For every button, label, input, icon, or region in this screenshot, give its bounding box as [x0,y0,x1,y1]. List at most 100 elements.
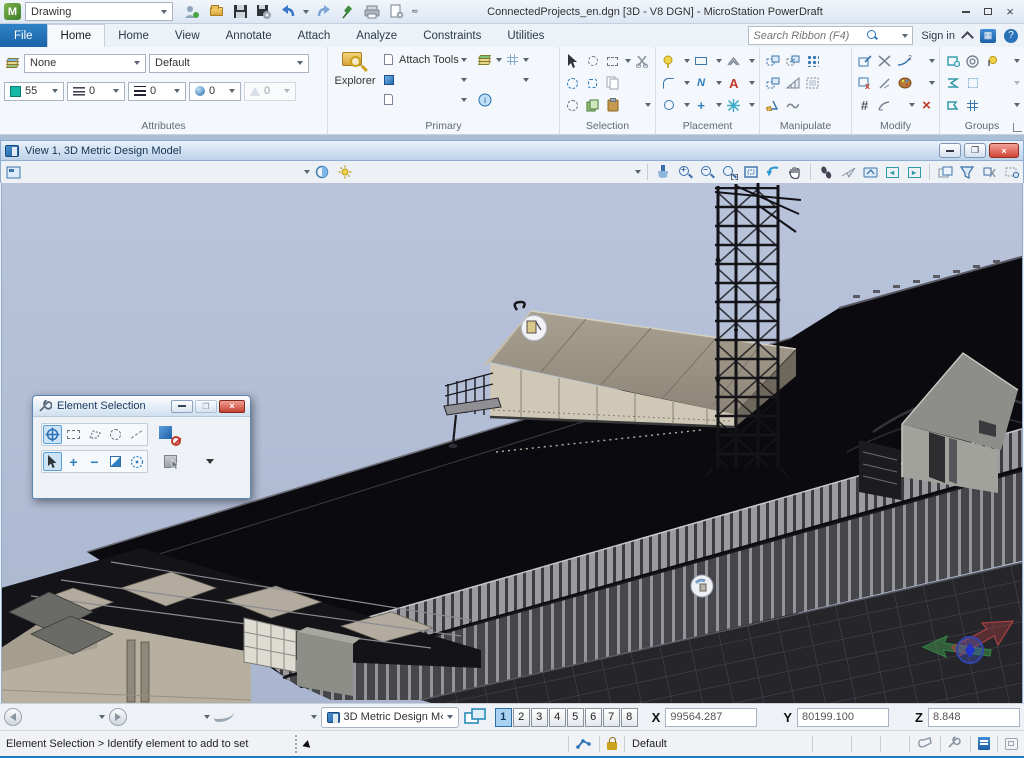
method-circle[interactable] [106,425,125,444]
app-logo-icon[interactable]: M [4,3,21,20]
clip-volume-status-icon[interactable] [917,736,933,752]
extend-line-icon[interactable]: 2 [896,53,913,70]
tab-attach[interactable]: Annotate [213,24,285,47]
create-region-icon[interactable] [944,75,961,92]
profile-icon[interactable]: ▦ [980,29,996,43]
line-style-select[interactable]: 0 [67,82,125,101]
save-icon[interactable] [231,3,249,21]
array-icon[interactable] [804,53,821,70]
search-input[interactable] [753,30,863,42]
break-element-icon[interactable] [876,53,893,70]
maximize-button[interactable] [978,3,998,20]
tab-drawing-aids[interactable]: Utilities [494,24,557,47]
delete-element-icon[interactable]: × [918,97,935,114]
rectangle-tool-icon[interactable] [693,53,710,70]
saved-view-marker-2[interactable] [691,575,713,597]
undo-icon[interactable] [279,3,297,21]
connect-user-icon[interactable] [183,3,201,21]
view-toggle-4[interactable]: 4 [549,708,566,727]
drop-element-icon[interactable] [964,53,981,70]
view-toggle-1[interactable]: 1 [495,708,512,727]
fence-mode-button[interactable] [158,425,180,445]
mode-add[interactable]: + [64,452,83,471]
walk-icon[interactable] [817,163,835,181]
view-previous-icon[interactable]: ◂ [883,163,901,181]
expand-dialog-caret[interactable] [206,459,214,464]
qat-overflow-icon[interactable]: ≂ [411,6,419,17]
view-window-titlebar[interactable]: View 1, 3D Metric Design Model ❐ × [0,140,1024,161]
view-next-icon[interactable]: ▸ [905,163,923,181]
select-none-icon[interactable] [564,97,581,114]
mode-invert[interactable] [106,452,125,471]
tab-annotate[interactable]: View [162,24,213,47]
fence-tool-icon[interactable] [604,53,621,70]
tab-file[interactable]: File [0,24,47,47]
active-level-select[interactable]: None [24,54,146,73]
zoom-in-icon[interactable]: + [676,163,694,181]
view-restore-button[interactable]: ❐ [964,143,986,158]
dialog-titlebar[interactable]: Element Selection ❐ × [33,396,250,417]
dialog-close-button[interactable]: × [219,400,245,413]
model-selector[interactable]: 3D Metric Design M‹ [321,707,459,728]
view-toggle-2[interactable]: 2 [513,708,530,727]
attach-tools-button[interactable]: Attach Tools [380,50,467,69]
adjust-brightness-icon[interactable] [336,163,354,181]
select-lock-icon[interactable] [584,53,601,70]
dialog-restore-button[interactable]: ❐ [195,400,217,413]
window-area-icon[interactable] [720,163,738,181]
move-parallel-icon[interactable] [764,75,781,92]
redo-icon[interactable] [315,3,333,21]
element-information-icon[interactable]: i [477,91,494,108]
element-class-select[interactable]: 0 [189,82,241,101]
search-icon[interactable] [867,30,878,41]
back-icon[interactable] [4,708,22,726]
polygon-tool-icon[interactable] [725,53,742,70]
mode-new[interactable] [43,452,62,471]
trim-icon[interactable] [876,75,893,92]
mode-subtract[interactable]: − [85,452,104,471]
y-coordinate-input[interactable] [797,708,889,727]
move-icon[interactable] [784,53,801,70]
active-color-select[interactable]: 55 [4,82,64,101]
cache-status-icon[interactable] [1005,738,1018,750]
element-selection-dialog[interactable]: Element Selection ❐ × [32,395,251,499]
tab-utilities[interactable]: Constraints [410,24,494,47]
tab-home[interactable]: Home [47,24,106,47]
dialog-minimize-button[interactable] [171,400,193,413]
view-minimize-button[interactable] [939,143,961,158]
z-coordinate-input[interactable] [928,708,1020,727]
hatch-area-icon[interactable]: # [856,97,873,114]
clip-volume-icon[interactable] [958,163,976,181]
close-button[interactable]: × [1000,3,1020,20]
level-display-icon[interactable] [477,71,494,88]
place-cell-icon[interactable] [725,97,742,114]
circle-tool-icon[interactable] [660,97,677,114]
fillet-icon[interactable] [876,97,893,114]
select-all-icon[interactable] [564,75,581,92]
undo-caret[interactable] [303,10,309,14]
select-previous-icon[interactable] [584,75,601,92]
method-line[interactable] [127,425,146,444]
tab-analyze[interactable]: Attach [285,24,344,47]
update-view-icon[interactable] [654,163,672,181]
method-individual[interactable] [43,425,62,444]
save-settings-icon[interactable] [255,3,273,21]
forward-icon[interactable] [109,708,127,726]
zoom-out-icon[interactable]: − [698,163,716,181]
transparency-select[interactable]: 0 [244,82,296,101]
navigate-view-icon[interactable] [861,163,879,181]
delete-fence-contents-icon[interactable]: x [856,75,873,92]
snap-mode-icon[interactable] [576,735,592,752]
saved-views-icon[interactable] [214,712,234,722]
copy-element-icon[interactable] [604,75,621,92]
pin-icon[interactable] [339,3,357,21]
paste-icon[interactable] [604,97,621,114]
print-preview-icon[interactable] [387,3,405,21]
line-weight-select[interactable]: 0 [128,82,186,101]
create-complex-icon[interactable] [944,53,961,70]
explorer-button[interactable]: Explorer [332,50,378,109]
rotate-icon[interactable] [764,97,781,114]
open-icon[interactable] [207,3,225,21]
view-toggle-8[interactable]: 8 [621,708,638,727]
pan-view-icon[interactable] [786,163,804,181]
